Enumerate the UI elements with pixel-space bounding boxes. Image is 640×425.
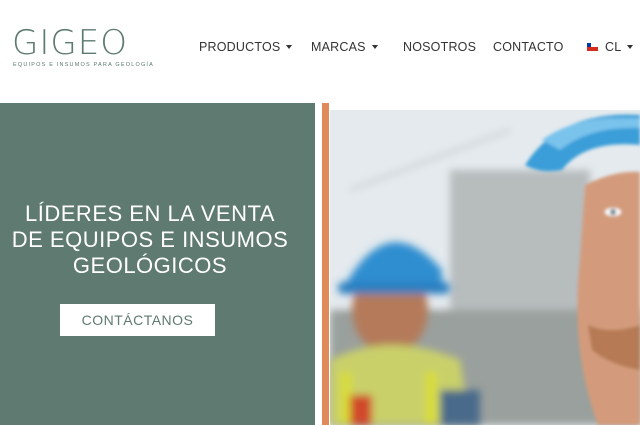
hero-title-line: LÍDERES EN LA VENTA <box>25 201 275 226</box>
chile-flag-icon <box>587 43 598 51</box>
nav-item-label: MARCAS <box>311 40 366 54</box>
hero-section: LÍDERES EN LA VENTA DE EQUIPOS E INSUMOS… <box>0 103 640 425</box>
language-label: CL <box>605 40 622 54</box>
logo-tagline: EQUIPOS E INSUMOS PARA GEOLOGÍA <box>13 62 155 68</box>
hero-photo <box>330 110 640 425</box>
nav-item-marcas[interactable]: MARCAS <box>311 40 378 54</box>
site-header: GIGEO EQUIPOS E INSUMOS PARA GEOLOGÍA PR… <box>0 0 640 100</box>
nav-item-contacto[interactable]: CONTACTO <box>493 40 564 54</box>
contact-button[interactable]: CONTÁCTANOS <box>60 304 215 336</box>
hero-panel: LÍDERES EN LA VENTA DE EQUIPOS E INSUMOS… <box>0 103 315 425</box>
hero-title-line: DE EQUIPOS E INSUMOS <box>11 227 289 252</box>
language-selector[interactable]: CL <box>587 40 634 54</box>
nav-item-nosotros[interactable]: NOSOTROS <box>403 40 476 54</box>
caret-down-icon <box>286 45 293 49</box>
nav-item-label: PRODUCTOS <box>199 40 281 54</box>
geologists-photo-illustration <box>330 110 640 425</box>
caret-down-icon <box>371 45 378 49</box>
nav-item-productos[interactable]: PRODUCTOS <box>199 40 293 54</box>
caret-down-icon <box>627 45 634 49</box>
hero-title-line: GEOLÓGICOS <box>72 253 228 278</box>
nav-item-label: CONTACTO <box>493 40 564 54</box>
main-nav: PRODUCTOS MARCAS NOSOTROS CONTACTO CL <box>0 40 640 56</box>
hero-title: LÍDERES EN LA VENTA DE EQUIPOS E INSUMOS… <box>0 201 300 279</box>
accent-bar <box>322 103 329 425</box>
nav-item-label: NOSOTROS <box>403 40 477 54</box>
